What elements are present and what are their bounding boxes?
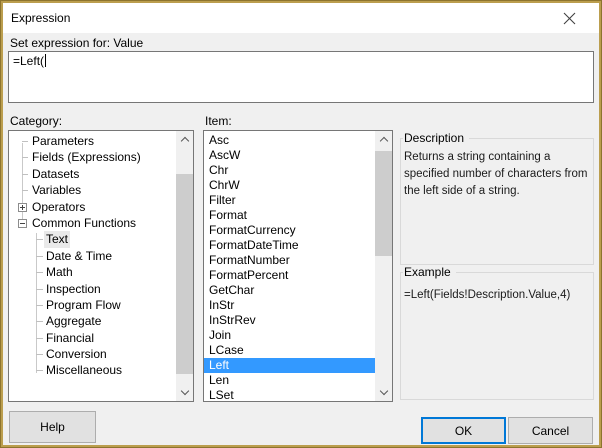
item-list-item[interactable]: AscW [204, 148, 375, 163]
tree-connector-stub [22, 190, 28, 192]
expression-value: =Left( [13, 54, 45, 68]
category-tree-item[interactable]: Date & Time [9, 248, 176, 264]
example-groupbox: Example =Left(Fields!Description.Value,4… [400, 265, 594, 400]
item-list-item[interactable]: InStr [204, 298, 375, 313]
expression-input[interactable]: =Left( [8, 51, 594, 103]
item-list-item[interactable]: FormatPercent [204, 268, 375, 283]
category-tree-item-label: Operators [32, 199, 86, 214]
category-tree-item[interactable]: Conversion [9, 346, 176, 362]
category-tree-rows: Parameters Fields (Expressions) Datasets Va… [9, 133, 176, 401]
description-title: Description [403, 131, 470, 146]
category-tree-item[interactable]: Operators [9, 199, 176, 215]
tree-connector-stub [22, 157, 28, 159]
category-tree-item-label: Text [44, 231, 71, 248]
tree-connector-stub [22, 173, 28, 175]
category-tree-item[interactable]: Text [9, 231, 176, 248]
category-label: Category: [10, 114, 63, 128]
item-list-item[interactable]: FormatCurrency [204, 223, 375, 238]
tree-connector-stub [36, 239, 43, 241]
category-tree-item-label: Common Functions [32, 215, 137, 230]
category-tree-item-label: Math [46, 265, 73, 280]
close-icon [563, 12, 575, 24]
category-tree-item[interactable]: Common Functions [9, 215, 176, 231]
item-listbox: Asc AscW Chr ChrW Filter Format FormatCurrency… [203, 130, 393, 402]
window-title: Expression [11, 11, 71, 25]
ok-button[interactable]: OK [421, 417, 506, 444]
tree-connector-stub [36, 255, 43, 257]
help-button[interactable]: Help [9, 411, 96, 443]
item-list-item[interactable]: Asc [204, 133, 375, 148]
text-cursor [45, 54, 47, 67]
category-tree-item[interactable]: Parameters [9, 133, 176, 149]
item-list-rows: Asc AscW Chr ChrW Filter Format FormatCurrency… [204, 133, 375, 401]
category-tree-item-label: Conversion [46, 347, 107, 362]
tree-connector-stub [36, 321, 43, 323]
example-title: Example [403, 265, 456, 280]
category-tree-item[interactable]: Miscellaneous [9, 362, 176, 378]
scroll-up-arrow-icon[interactable] [176, 131, 193, 148]
item-list-item[interactable]: Join [204, 328, 375, 343]
description-text: Returns a string containing a specified … [404, 151, 588, 197]
category-tree-item-label: Variables [32, 183, 82, 198]
expression-dialog: Expression Set expression for: Value =Le… [0, 0, 602, 448]
tree-connector-stub [36, 272, 43, 274]
item-list-item[interactable]: Left [204, 358, 375, 373]
category-tree: Parameters Fields (Expressions) Datasets Va… [8, 130, 194, 402]
example-code: =Left(Fields!Description.Value,4) [404, 289, 571, 301]
item-list-item[interactable]: Chr [204, 163, 375, 178]
category-tree-item[interactable]: Fields (Expressions) [9, 149, 176, 165]
title-bar: Expression [3, 3, 599, 33]
item-list-item[interactable]: FormatDateTime [204, 238, 375, 253]
category-tree-item-label: Datasets [32, 166, 80, 181]
tree-connector-stub [36, 304, 43, 306]
category-tree-item-label: Fields (Expressions) [32, 150, 141, 165]
category-scrollbar[interactable] [176, 131, 193, 401]
tree-connector-stub [22, 141, 28, 142]
category-tree-item-label: Inspection [46, 281, 101, 296]
item-label: Item: [205, 114, 232, 128]
scroll-down-arrow-icon[interactable] [375, 384, 392, 401]
category-tree-item-label: Program Flow [46, 297, 121, 312]
tree-connector-stub [36, 337, 43, 339]
tree-connector-stub [36, 370, 43, 372]
tree-connector-stub [36, 288, 43, 290]
category-tree-item[interactable]: Datasets [9, 166, 176, 182]
item-list-item[interactable]: FormatNumber [204, 253, 375, 268]
tree-connector-stub [36, 354, 43, 356]
category-tree-item[interactable]: Inspection [9, 281, 176, 297]
category-tree-item[interactable]: Financial [9, 330, 176, 346]
cancel-button[interactable]: Cancel [508, 417, 593, 444]
category-tree-item[interactable]: Variables [9, 182, 176, 198]
item-list-item[interactable]: Format [204, 208, 375, 223]
category-tree-item-label: Aggregate [46, 314, 102, 329]
item-list-item[interactable]: LCase [204, 343, 375, 358]
category-tree-item-label: Date & Time [46, 248, 113, 263]
scroll-up-arrow-icon[interactable] [375, 131, 392, 148]
item-list-item[interactable]: Len [204, 373, 375, 388]
category-scrollbar-thumb[interactable] [176, 174, 193, 374]
scroll-down-arrow-icon[interactable] [176, 384, 193, 401]
item-list-item[interactable]: InStrRev [204, 313, 375, 328]
item-scrollbar-thumb[interactable] [375, 151, 392, 256]
set-expression-label: Set expression for: Value [10, 36, 144, 50]
description-groupbox: Description Returns a string containing … [400, 131, 594, 265]
item-list-item[interactable]: GetChar [204, 283, 375, 298]
close-button[interactable] [549, 3, 589, 33]
item-scrollbar[interactable] [375, 131, 392, 401]
item-list-item[interactable]: ChrW [204, 178, 375, 193]
category-tree-item[interactable]: Program Flow [9, 297, 176, 313]
category-tree-item-label: Financial [46, 330, 95, 345]
category-tree-item-label: Miscellaneous [46, 363, 123, 378]
category-tree-item[interactable]: Math [9, 264, 176, 280]
category-tree-item-label: Parameters [32, 134, 95, 148]
category-tree-item[interactable]: Aggregate [9, 313, 176, 329]
item-list-item[interactable]: Filter [204, 193, 375, 208]
item-list-item[interactable]: LSet [204, 388, 375, 401]
collapse-minus-icon[interactable] [18, 218, 27, 228]
expand-plus-icon[interactable] [18, 202, 27, 212]
